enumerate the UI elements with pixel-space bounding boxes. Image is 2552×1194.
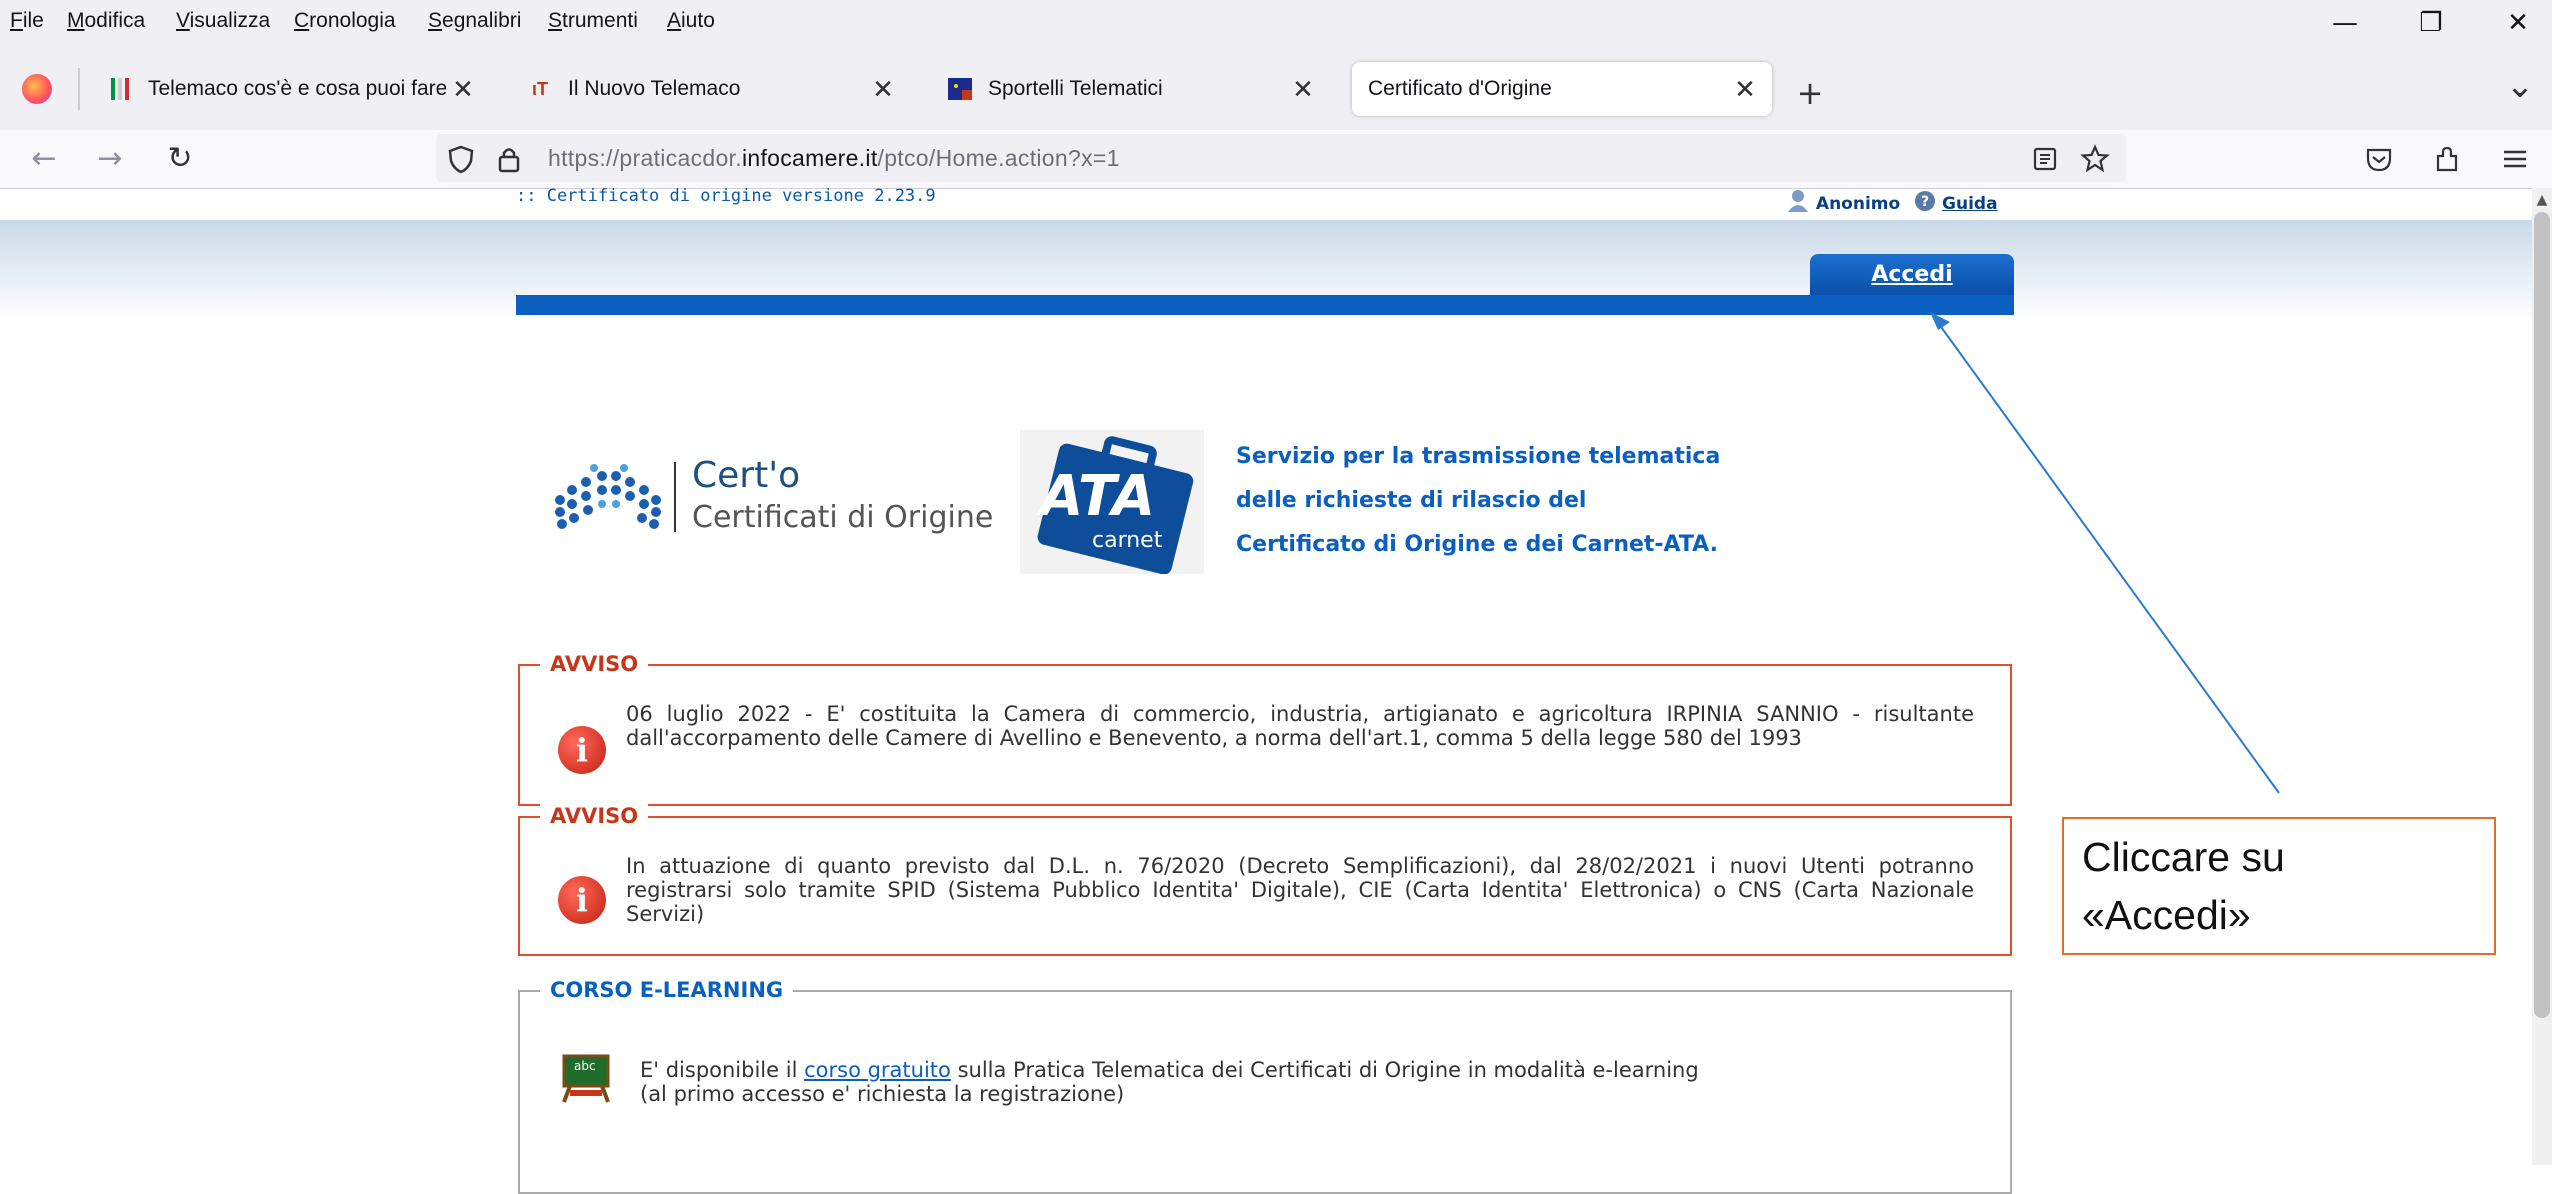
tab-nuovo-telemaco[interactable]: ιT Il Nuovo Telemaco ✕ [510, 62, 910, 116]
svg-text:?: ? [1921, 194, 1929, 210]
service-line-1: Servizio per la trasmissione telematica [1236, 444, 1721, 469]
restore-button[interactable]: ❐ [2411, 8, 2451, 38]
elearning-text: E' disponibile il corso gratuito sulla P… [640, 1058, 1699, 1106]
tab-list-button[interactable]: ⌄ [2500, 66, 2540, 106]
menu-modifica[interactable]: Modifica [67, 9, 145, 33]
tracking-shield-icon[interactable] [446, 144, 476, 174]
certo-logo-title: Cert'o [692, 455, 801, 496]
chalkboard-icon: abc [560, 1054, 612, 1103]
close-tab-icon[interactable]: ✕ [1728, 74, 1762, 105]
service-line-2: delle richieste di rilascio del [1236, 488, 1587, 513]
user-area: Anonimo ? Guida [1786, 188, 1998, 214]
certo-dots-logo [555, 464, 661, 529]
navigation-toolbar: ← → ↻ https://praticacdor.infocamere.it/… [0, 130, 2552, 189]
info-icon: i [558, 726, 606, 774]
ata-logo-word: ATA [1040, 464, 1156, 529]
corso-gratuito-link[interactable]: corso gratuito [804, 1058, 951, 1082]
header-blue-bar [516, 295, 2014, 315]
pocket-icon[interactable] [2364, 144, 2394, 174]
notice-title: AVVISO [540, 804, 649, 828]
help-link[interactable]: Guida [1942, 194, 1998, 214]
close-tab-icon[interactable]: ✕ [446, 74, 480, 105]
notice-box-2: AVVISO i In attuazione di quanto previst… [518, 804, 2012, 956]
telemaco-icon: ιT [532, 78, 548, 99]
user-name: Anonimo [1815, 194, 1901, 214]
lock-icon[interactable] [496, 144, 522, 174]
accedi-button[interactable]: Accedi [1810, 254, 2014, 296]
tab-label: Certificato d'Origine [1368, 77, 1552, 100]
eu-flag-icon [948, 77, 972, 101]
annotation-text: Cliccare su «Accedi» [2082, 834, 2285, 938]
reader-view-icon[interactable] [2032, 146, 2058, 172]
menu-strumenti[interactable]: Strumenti [548, 9, 638, 33]
version-label: :: Certificato di origine versione 2.23.… [516, 186, 936, 206]
menu-aiuto[interactable]: Aiuto [667, 9, 715, 33]
tab-certificato-origine[interactable]: Certificato d'Origine ✕ [1352, 62, 1772, 116]
forward-button[interactable]: → [90, 140, 130, 178]
close-window-button[interactable]: ✕ [2498, 8, 2538, 38]
url-text[interactable]: https://praticacdor.infocamere.it/ptco/H… [548, 145, 1120, 172]
close-tab-icon[interactable]: ✕ [866, 74, 900, 105]
new-tab-button[interactable]: + [1790, 74, 1830, 112]
ata-logo-sub: carnet [1092, 528, 1163, 553]
url-bar[interactable]: https://praticacdor.infocamere.it/ptco/H… [436, 134, 2126, 182]
info-icon: i [558, 876, 606, 924]
menu-visualizza[interactable]: Visualizza [176, 9, 270, 33]
ata-carnet-logo: ATA carnet [1020, 430, 1204, 575]
reload-button[interactable]: ↻ [160, 140, 200, 178]
tab-label: Sportelli Telematici [988, 77, 1163, 100]
certo-logo-subtitle: Certificati di Origine [692, 500, 994, 535]
notice-box-1: AVVISO i 06 luglio 2022 - E' costituita … [518, 652, 2012, 806]
firefox-icon[interactable] [22, 74, 52, 104]
tab-telemaco[interactable]: Telemaco cos'è e cosa puoi fare ✕ [90, 62, 490, 116]
hamburger-menu-icon[interactable] [2500, 144, 2530, 174]
notice-text: 06 luglio 2022 - E' costituita la Camera… [626, 702, 1974, 750]
menu-bar: File Modifica Visualizza Cronologia Segn… [0, 0, 2552, 44]
menu-file[interactable]: File [10, 9, 44, 33]
tab-sportelli-telematici[interactable]: Sportelli Telematici ✕ [930, 62, 1330, 116]
notice-title: AVVISO [540, 652, 649, 676]
chalkboard-label: abc [574, 1059, 596, 1073]
extensions-icon[interactable] [2432, 144, 2462, 174]
service-line-3: Certificato di Origine e dei Carnet-ATA. [1236, 532, 1718, 557]
tab-separator [78, 68, 80, 110]
tab-bar: Telemaco cos'è e cosa puoi fare ✕ ιT Il … [0, 44, 2552, 130]
menu-segnalibri[interactable]: Segnalibri [428, 9, 521, 33]
back-button[interactable]: ← [24, 140, 64, 178]
help-icon: ? [1915, 191, 1936, 211]
tab-label: Telemaco cos'è e cosa puoi fare [148, 77, 446, 100]
user-icon [1788, 190, 1808, 212]
minimize-button[interactable]: — [2325, 8, 2365, 38]
close-tab-icon[interactable]: ✕ [1286, 74, 1320, 105]
menu-cronologia[interactable]: Cronologia [294, 9, 396, 33]
elearning-title: CORSO E-LEARNING [540, 978, 794, 1002]
italy-flag-icon [108, 77, 132, 101]
tab-label: Il Nuovo Telemaco [568, 77, 741, 100]
scrollbar-thumb[interactable] [2534, 212, 2550, 1018]
scroll-up-arrow[interactable]: ▲ [2532, 190, 2552, 210]
notice-text: In attuazione di quanto previsto dal D.L… [626, 854, 1974, 926]
logo-separator [674, 462, 676, 532]
bookmark-star-icon[interactable] [2080, 144, 2110, 174]
